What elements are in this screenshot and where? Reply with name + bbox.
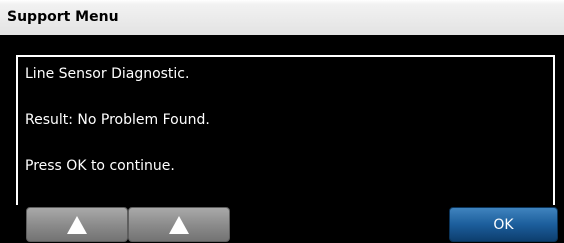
message-panel: Line Sensor Diagnostic. Result: No Probl… xyxy=(16,55,555,205)
ok-button-label: OK xyxy=(493,217,514,233)
up-triangle-icon xyxy=(169,215,189,234)
title-bar: Support Menu xyxy=(0,0,564,35)
page-up-button[interactable] xyxy=(128,207,230,242)
window-title: Support Menu xyxy=(7,9,119,25)
diagnostic-result-text: Result: No Problem Found. xyxy=(25,112,210,128)
diagnostic-name-text: Line Sensor Diagnostic. xyxy=(25,66,190,82)
ok-button[interactable]: OK xyxy=(449,207,558,242)
continue-instruction-text: Press OK to continue. xyxy=(25,158,175,174)
up-triangle-icon xyxy=(67,215,87,234)
scroll-up-button[interactable] xyxy=(26,207,128,242)
